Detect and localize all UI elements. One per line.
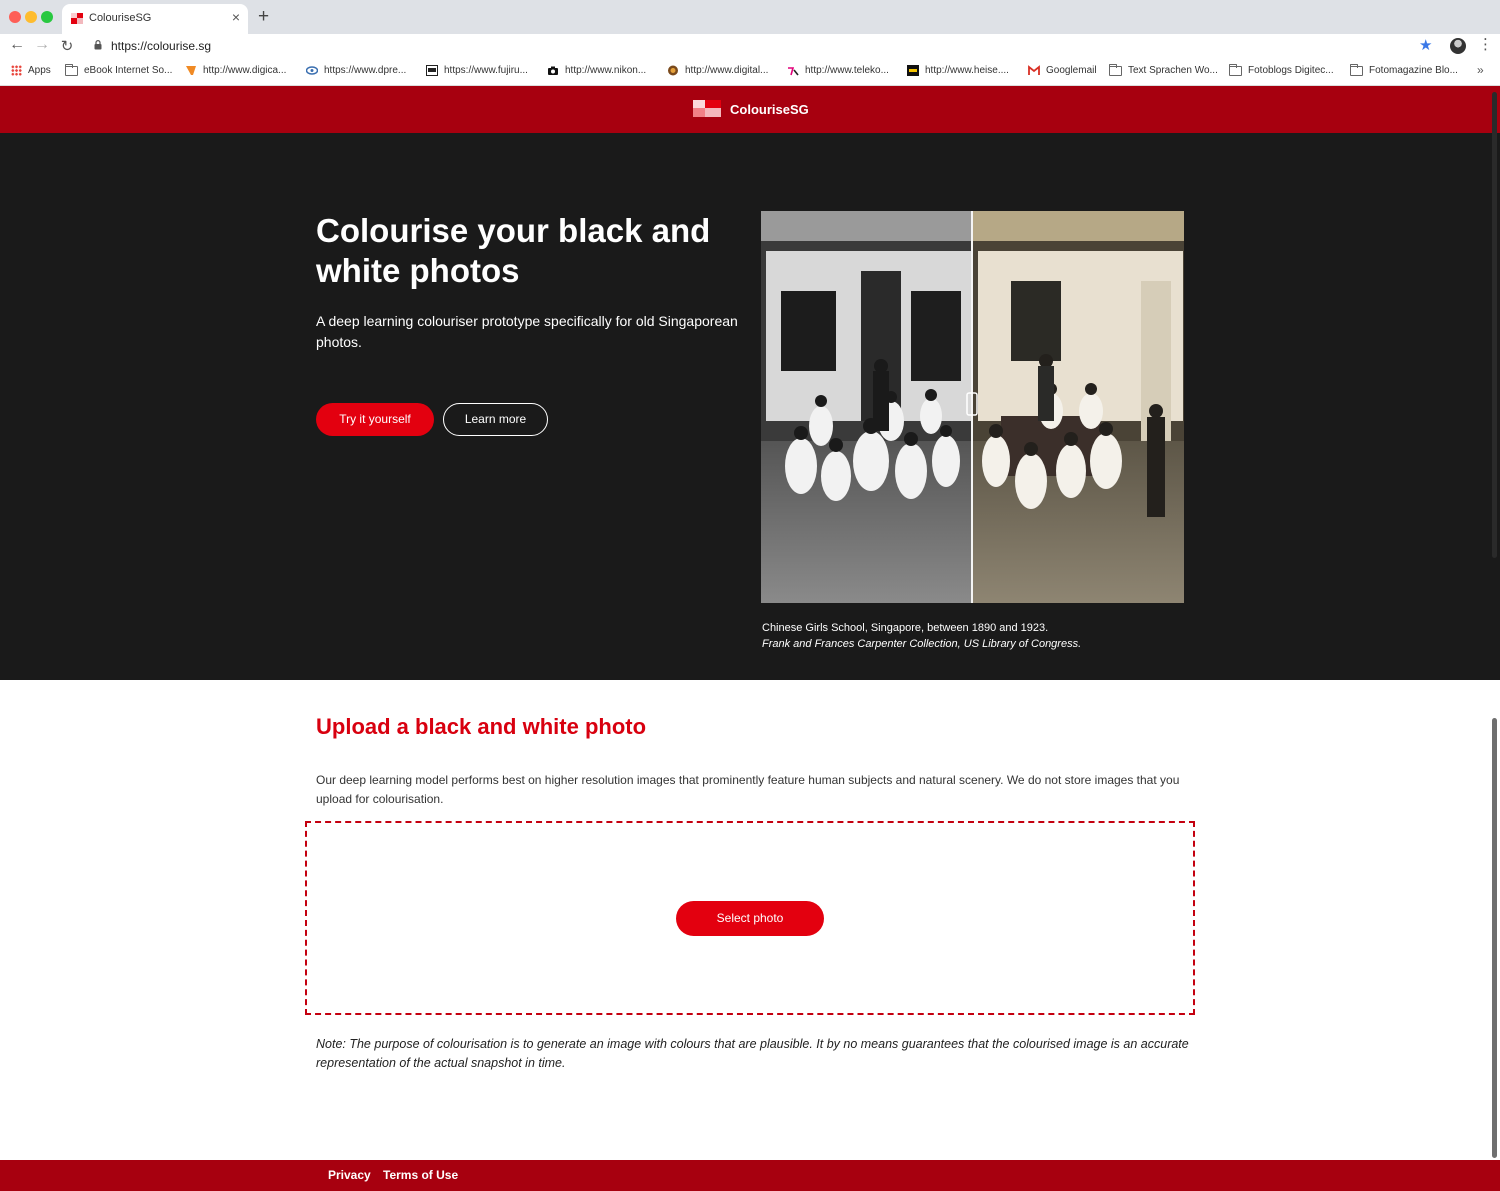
site-icon [907,65,919,76]
site-icon [788,67,799,76]
hero-title: Colourise your black and white photos [316,212,711,289]
close-window-icon[interactable] [9,11,21,23]
apps-icon [11,65,22,76]
learn-more-button[interactable]: Learn more [443,403,548,436]
maximize-window-icon[interactable] [41,11,53,23]
comparison-divider[interactable] [971,211,973,603]
photo-caption: Chinese Girls School, Singapore, between… [762,622,1049,634]
bookmark-item[interactable]: https://www.fujiru... [426,65,528,76]
browser-toolbar: ← → ↻ https://colourise.sg ★ ⋮ [0,34,1500,60]
folder-icon [1109,63,1122,76]
bookmark-item[interactable]: http://www.nikon... [547,65,646,76]
address-bar[interactable]: https://colourise.sg [111,39,211,53]
hero-section: Colourise your black and white photos A … [0,133,1500,680]
privacy-link[interactable]: Privacy [328,1168,371,1182]
bookmark-label: https://www.fujiru... [444,65,528,76]
bookmark-item[interactable]: Googlemail [1028,65,1097,76]
bookmark-label: Text Sprachen Wo... [1128,65,1218,76]
bookmark-item[interactable]: http://www.digica... [185,65,286,76]
colourisation-note: Note: The purpose of colourisation is to… [316,1037,1189,1070]
gmail-icon [1028,65,1040,75]
bookmark-label: http://www.teleko... [805,65,889,76]
site-icon [426,65,438,76]
profile-avatar[interactable] [1450,38,1466,54]
bookmark-item[interactable]: Text Sprachen Wo... [1109,63,1218,76]
bookmark-label: http://www.nikon... [565,65,647,76]
bookmark-label: Fotoblogs Digitec... [1248,65,1334,76]
hero-subtitle: A deep learning colouriser prototype spe… [316,313,738,350]
colourisesg-logo-icon[interactable] [693,100,721,117]
before-after-comparison-image[interactable] [761,211,1184,603]
scrollbar-thumb[interactable] [1492,718,1497,1158]
try-it-yourself-button[interactable]: Try it yourself [316,403,434,436]
camera-icon [548,66,558,75]
bookmark-label: http://www.heise.... [925,65,1009,76]
colourisesg-favicon-icon [71,13,83,24]
photo-credit: Frank and Frances Carpenter Collection, … [762,638,1082,650]
bookmark-label: http://www.digital... [685,65,769,76]
bookmarks-bar: Apps eBook Internet So... http://www.dig… [0,60,1500,86]
folder-icon [65,63,78,76]
scrollbar-thumb-dark[interactable] [1492,92,1497,558]
more-bookmarks-icon[interactable]: » [1477,63,1484,77]
bookmark-label: http://www.digica... [203,65,287,76]
bookmark-item[interactable]: Fotomagazine Blo... [1350,63,1458,76]
bookmark-item[interactable]: http://www.digital... [667,65,768,76]
tab-close-icon[interactable]: × [232,9,240,25]
forward-icon[interactable]: → [32,36,52,54]
bookmark-apps[interactable]: Apps [11,65,51,76]
site-icon [306,66,318,75]
upload-description: Our deep learning model performs best on… [316,773,1180,806]
site-icon [186,66,196,75]
bookmark-item[interactable]: https://www.dpre... [306,65,406,76]
black-and-white-photo [761,211,972,603]
colourised-photo [973,211,1184,603]
bookmark-label: Googlemail [1046,65,1097,76]
site-header: ColouriseSG [0,86,1500,133]
select-photo-button[interactable]: Select photo [676,901,824,936]
site-logo-text[interactable]: ColouriseSG [730,102,809,117]
back-icon[interactable]: ← [7,36,27,54]
bookmark-star-icon[interactable]: ★ [1419,36,1432,54]
tab-title: ColouriseSG [89,12,152,24]
terms-of-use-link[interactable]: Terms of Use [383,1168,458,1182]
browser-tabstrip: ColouriseSG × + [0,0,1500,34]
bookmark-item[interactable]: eBook Internet So... [65,63,173,76]
bookmark-item[interactable]: http://www.heise.... [907,65,1009,76]
site-footer: Privacy Terms of Use [0,1160,1500,1191]
bookmark-label: https://www.dpre... [324,65,407,76]
bookmark-item[interactable]: http://www.teleko... [787,65,889,76]
bookmark-label: eBook Internet So... [84,65,173,76]
bookmark-item[interactable]: Fotoblogs Digitec... [1229,63,1334,76]
browser-menu-icon[interactable]: ⋮ [1478,35,1493,53]
minimize-window-icon[interactable] [25,11,37,23]
browser-tab[interactable]: ColouriseSG × [62,4,248,34]
lock-icon [94,40,102,50]
folder-icon [1229,63,1242,76]
folder-icon [1350,63,1363,76]
reload-icon[interactable]: ↻ [57,37,77,55]
site-icon [668,65,678,76]
new-tab-button[interactable]: + [258,6,269,28]
upload-section-title: Upload a black and white photo [316,714,647,739]
bookmark-label: Fotomagazine Blo... [1369,65,1458,76]
bookmark-label: Apps [28,65,51,76]
